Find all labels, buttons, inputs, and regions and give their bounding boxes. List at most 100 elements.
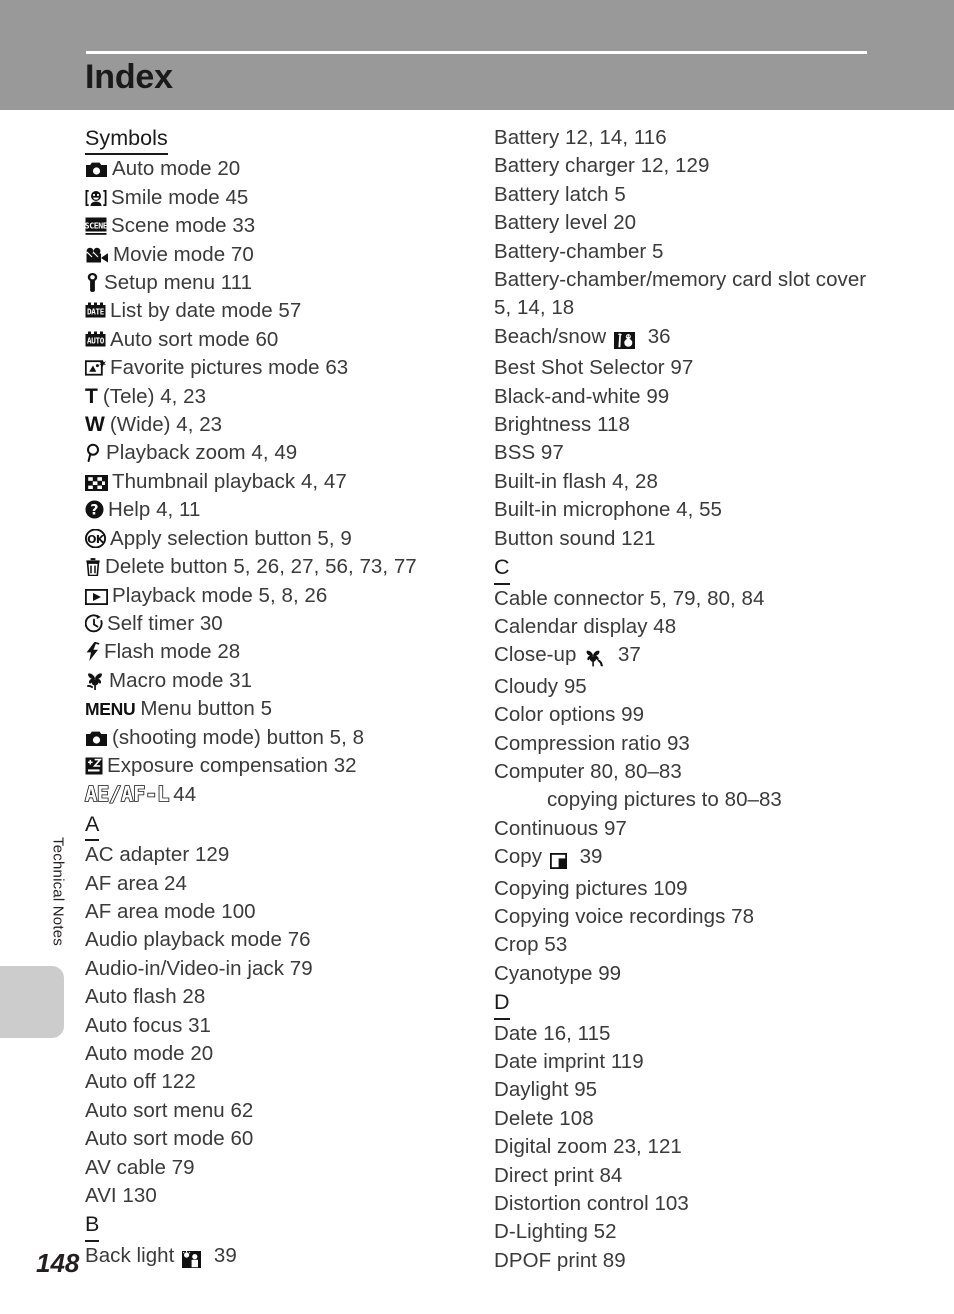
index-entry-label: Apply selection button 5, 9 — [110, 526, 352, 550]
svg-text:?: ? — [90, 503, 98, 519]
index-entry: Compression ratio 93 — [494, 731, 690, 755]
exposure-compensation-icon — [85, 757, 103, 775]
index-entry: Self timer 30 — [85, 610, 485, 638]
index-entry: Auto off 122 — [85, 1070, 196, 1094]
svg-text:DATE: DATE — [87, 308, 105, 317]
menu-button-icon: MENU — [85, 699, 136, 720]
index-entry-label: Exposure compensation 32 — [107, 753, 357, 777]
index-section-letter: A — [85, 810, 100, 842]
svg-text:OK: OK — [87, 533, 105, 546]
index-entry: Continuous 97 — [494, 816, 627, 840]
index-columns: Symbols Auto mode 20 Smile mode 45 SCENE Sce… — [0, 0, 954, 1314]
index-entry: Button sound 121 — [494, 526, 656, 550]
index-entry: D-Lighting 52 — [494, 1220, 617, 1244]
icon-slot — [182, 1247, 205, 1270]
index-entry: Setup menu 111 — [85, 269, 485, 297]
index-entry: Delete 108 — [494, 1106, 594, 1130]
index-entry: Auto sort mode 60 — [85, 1127, 254, 1151]
index-entry: Calendar display 48 — [494, 614, 677, 638]
auto-sort-icon: AUTO — [85, 331, 106, 349]
index-entry: BSS 97 — [494, 441, 564, 465]
magnifier-icon — [85, 443, 102, 463]
index-entry-label: (Tele) 4, 23 — [102, 384, 207, 408]
index-entry: Cyanotype 99 — [494, 961, 622, 985]
index-column-right: Battery 12, 14, 116 Battery charger 12, 1… — [494, 124, 894, 1275]
index-entry: Battery level 20 — [494, 211, 637, 235]
index-entry: Playback mode 5, 8, 26 — [85, 582, 485, 610]
index-entry: Auto mode 20 — [85, 1042, 214, 1065]
index-entry-label: Favorite pictures mode 63 — [110, 356, 349, 380]
index-entry-label: 44 — [173, 783, 197, 807]
index-entry: Auto flash 28 — [85, 985, 206, 1009]
index-entry: Direct print 84 — [494, 1163, 623, 1187]
index-entry-label: Help 4, 11 — [108, 498, 201, 522]
date-icon: DATE — [85, 302, 106, 320]
index-entry: OK Apply selection button 5, 9 — [85, 525, 485, 553]
index-entry: Built-in flash 4, 28 — [494, 469, 658, 493]
index-entry-text-after: 37 — [617, 643, 641, 667]
index-column-left: Symbols Auto mode 20 Smile mode 45 SCENE Sce… — [84, 124, 485, 1273]
tele-t-icon: T — [85, 384, 98, 408]
index-entry: ? Help 4, 11 — [85, 496, 485, 524]
index-entry: Distortion control 103 — [494, 1192, 689, 1216]
thumbnail-grid-icon — [85, 474, 108, 491]
index-entry-label: Menu button 5 — [140, 697, 273, 721]
index-entry-text-after: 36 — [647, 324, 671, 348]
index-entry: Color options 99 — [494, 703, 645, 727]
index-entry: Copy 39 — [494, 843, 894, 874]
index-entry: Movie mode 70 — [85, 241, 485, 269]
help-question-icon: ? — [85, 500, 104, 519]
index-entry: Crop 53 — [494, 933, 568, 957]
index-entry: Copying voice recordings 78 — [494, 904, 755, 928]
index-entry: Beach/snow 36 — [494, 323, 894, 354]
index-entry: AUTO Auto sort mode 60 — [85, 326, 485, 354]
index-entry-text-before: Back light — [85, 1243, 175, 1267]
index-entry-text-before: Copy — [494, 845, 543, 869]
index-entry-label: Setup menu 111 — [104, 271, 253, 295]
index-entry: Thumbnail playback 4, 47 — [85, 468, 485, 496]
index-entry: Daylight 95 — [494, 1078, 598, 1102]
favorite-pictures-icon — [85, 359, 106, 377]
close-up-icon — [584, 650, 605, 667]
index-entry: Cloudy 95 — [494, 674, 587, 698]
index-entry: Black-and-white 99 — [494, 384, 670, 408]
svg-text:SCENE: SCENE — [85, 221, 107, 231]
index-subentry: copying pictures to 80–83 — [547, 788, 782, 812]
trash-icon — [85, 557, 101, 577]
index-entry-text-before: Close-up — [494, 643, 577, 667]
index-entry-label: Scene mode 33 — [111, 214, 256, 238]
index-entry: Favorite pictures mode 63 — [85, 354, 485, 382]
index-section-letter: D — [494, 988, 510, 1020]
playback-triangle-icon — [85, 588, 108, 605]
index-entry: AV cable 79 — [85, 1155, 195, 1179]
index-entry-label: (shooting mode) button 5, 8 — [112, 725, 365, 749]
index-entry: T (Tele) 4, 23 — [85, 383, 485, 411]
index-entry: Auto focus 31 — [85, 1013, 212, 1037]
index-entry: Battery-chamber 5 — [494, 239, 664, 263]
index-entry: Exposure compensation 32 — [85, 752, 485, 780]
index-entry: Digital zoom 23, 121 — [494, 1135, 682, 1159]
ok-button-icon: OK — [85, 528, 106, 548]
index-entry-text-after: 39 — [213, 1243, 237, 1267]
index-entry: Date imprint 119 — [494, 1050, 644, 1073]
index-entry: Battery charger 12, 129 — [494, 154, 710, 178]
beach-snow-icon — [613, 331, 635, 349]
index-entry: Brightness 118 — [494, 413, 630, 437]
index-entry: Best Shot Selector 97 — [494, 356, 694, 380]
icon-slot — [549, 848, 571, 871]
index-entry-label: Playback mode 5, 8, 26 — [112, 583, 328, 607]
index-section-letter: B — [85, 1210, 100, 1242]
index-entry: W (Wide) 4, 23 — [85, 411, 485, 439]
index-entry: AE/AF-L 44 — [84, 780, 485, 809]
index-entry: Cable connector 5, 79, 80, 84 — [494, 586, 765, 610]
index-entry: Flash mode 28 — [85, 638, 485, 666]
ae-af-lock-icon: AE/AF-L — [84, 782, 170, 808]
icon-slot — [584, 646, 609, 669]
index-section-row: A — [85, 810, 485, 842]
index-entry: Battery latch 5 — [494, 182, 626, 206]
index-entry: AVI 130 — [85, 1184, 157, 1208]
index-section-row: C — [494, 553, 894, 585]
index-entry: Audio-in/Video-in jack 79 — [85, 956, 313, 980]
index-entry: DPOF print 89 — [494, 1248, 626, 1272]
index-entry: Built-in microphone 4, 55 — [494, 498, 723, 522]
